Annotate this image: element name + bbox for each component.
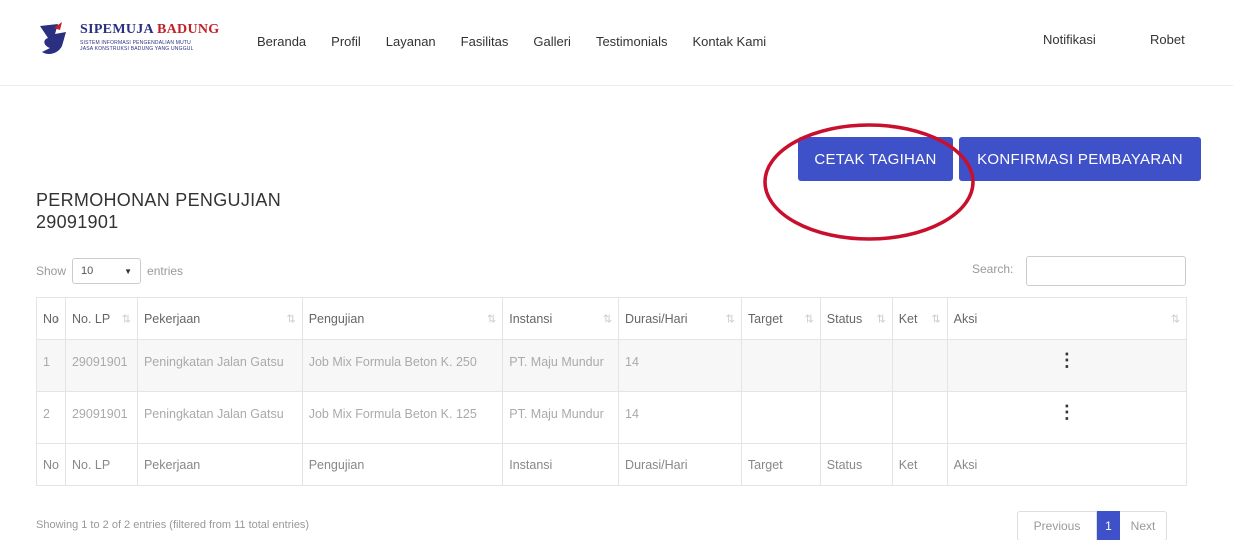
- nav-kontak-kami[interactable]: Kontak Kami: [692, 34, 766, 49]
- page-1-button[interactable]: 1: [1097, 511, 1120, 540]
- cell-aksi: ⋮: [946, 339, 1188, 392]
- nav-testimonials[interactable]: Testimonials: [596, 34, 668, 49]
- more-actions-icon[interactable]: ⋮: [1058, 403, 1076, 421]
- previous-page-button[interactable]: Previous: [1017, 511, 1097, 540]
- footer-header-ket: Ket: [891, 443, 948, 486]
- cell-no-lp: 29091901: [64, 339, 138, 392]
- footer-header-pekerjaan: Pekerjaan: [136, 443, 303, 486]
- footer-header-durasi: Durasi/Hari: [618, 443, 742, 486]
- cell-no: 1: [36, 339, 66, 392]
- sort-icon: ⇅: [1170, 313, 1180, 325]
- column-header-no[interactable]: No ↓: [36, 297, 66, 340]
- cell-status: [819, 391, 893, 444]
- table-info: Showing 1 to 2 of 2 entries (filtered fr…: [36, 519, 310, 531]
- footer-header-status: Status: [819, 443, 893, 486]
- cell-target: [740, 391, 821, 444]
- nav-profil[interactable]: Profil: [331, 34, 361, 49]
- cell-durasi: 14: [618, 391, 742, 444]
- footer-header-instansi: Instansi: [502, 443, 620, 486]
- nav-galleri[interactable]: Galleri: [533, 34, 571, 49]
- column-header-instansi[interactable]: Instansi ⇅: [502, 297, 620, 340]
- table-row: 2 29091901 Peningkatan Jalan Gatsu Job M…: [36, 391, 1188, 444]
- sort-icon: ⇅: [487, 313, 497, 325]
- footer-header-no-lp: No. LP: [64, 443, 138, 486]
- more-actions-icon[interactable]: ⋮: [1058, 351, 1076, 369]
- cell-durasi: 14: [618, 339, 742, 392]
- caret-down-icon: ▼: [124, 266, 133, 276]
- column-header-ket[interactable]: Ket ⇅: [891, 297, 948, 340]
- show-label: Show: [36, 264, 67, 278]
- footer-header-aksi: Aksi: [946, 443, 1188, 486]
- sort-icon: ⇅: [804, 313, 814, 325]
- cell-instansi: PT. Maju Mundur: [502, 339, 620, 392]
- search-label: Search:: [972, 262, 1014, 276]
- column-header-pengujian[interactable]: Pengujian ⇅: [301, 297, 504, 340]
- table-footer-row: No No. LP Pekerjaan Pengujian Instansi D…: [36, 443, 1188, 486]
- column-header-status[interactable]: Status ⇅: [819, 297, 893, 340]
- nav-fasilitas[interactable]: Fasilitas: [461, 34, 509, 49]
- cell-pekerjaan: Peningkatan Jalan Gatsu: [136, 391, 303, 444]
- page-length-value: 10: [81, 265, 94, 277]
- logo-subtitle: JASA KONSTRUKSI BADUNG YANG UNGGUL: [80, 46, 194, 52]
- sort-icon: ⇅: [602, 313, 613, 325]
- column-header-aksi[interactable]: Aksi ⇅: [946, 297, 1188, 340]
- page-title-text: PERMOHONAN PENGUJIAN: [36, 190, 282, 210]
- page-code: 29091901: [36, 212, 119, 232]
- cell-pengujian: Job Mix Formula Beton K. 250: [301, 339, 504, 392]
- column-header-target[interactable]: Target ⇅: [740, 297, 821, 340]
- konfirmasi-pembayaran-button[interactable]: KONFIRMASI PEMBAYARAN: [959, 137, 1201, 181]
- footer-header-target: Target: [740, 443, 821, 486]
- sort-icon: ⇅: [876, 313, 886, 325]
- footer-header-no: No: [36, 443, 66, 486]
- main-nav: Beranda Profil Layanan Fasilitas Galleri…: [257, 34, 791, 49]
- cell-pengujian: Job Mix Formula Beton K. 125: [301, 391, 504, 444]
- cell-no-lp: 29091901: [64, 391, 138, 444]
- cell-target: [740, 339, 821, 392]
- column-header-no-lp[interactable]: No. LP ⇅: [64, 297, 138, 340]
- cell-no: 2: [36, 391, 66, 444]
- table-row: 1 29091901 Peningkatan Jalan Gatsu Job M…: [36, 339, 1188, 392]
- search-input[interactable]: [1026, 256, 1186, 286]
- column-header-durasi[interactable]: Durasi/Hari ⇅: [618, 297, 742, 340]
- page-title: PERMOHONAN PENGUJIAN 29091901: [36, 189, 281, 233]
- cetak-tagihan-button[interactable]: CETAK TAGIHAN: [798, 137, 953, 181]
- cell-ket: [891, 391, 948, 444]
- sort-icon: ⇅: [286, 313, 296, 325]
- page-length-select[interactable]: 10 ▼: [72, 258, 142, 284]
- sort-asc-icon: ↓: [53, 312, 59, 325]
- nav-layanan[interactable]: Layanan: [386, 34, 436, 49]
- entries-label: entries: [147, 264, 184, 278]
- logo-title: SIPEMUJA BADUNG: [80, 22, 220, 37]
- cell-instansi: PT. Maju Mundur: [502, 391, 620, 444]
- nav-beranda[interactable]: Beranda: [257, 34, 306, 49]
- sort-icon: ⇅: [725, 313, 735, 325]
- nav-notifikasi[interactable]: Notifikasi: [1043, 32, 1096, 47]
- sort-icon: ⇅: [931, 313, 941, 325]
- logo[interactable]: SIPEMUJA BADUNG SISTEM INFORMASI PENGEND…: [36, 20, 236, 60]
- navbar: SIPEMUJA BADUNG SISTEM INFORMASI PENGEND…: [0, 0, 1233, 86]
- data-table: No ↓ No. LP ⇅ Pekerjaan ⇅ Pengujian ⇅ Instan…: [36, 297, 1188, 486]
- cell-status: [819, 339, 893, 392]
- cell-pekerjaan: Peningkatan Jalan Gatsu: [136, 339, 303, 392]
- nav-user-menu[interactable]: Robet: [1150, 32, 1185, 47]
- column-header-pekerjaan[interactable]: Pekerjaan ⇅: [136, 297, 303, 340]
- footer-header-pengujian: Pengujian: [301, 443, 504, 486]
- length-control: Show 10 ▼ entries: [36, 258, 183, 284]
- sort-icon: ⇅: [121, 313, 131, 325]
- logo-icon: [40, 22, 66, 54]
- cell-aksi: ⋮: [946, 391, 1188, 444]
- table-header-row: No ↓ No. LP ⇅ Pekerjaan ⇅ Pengujian ⇅ Instan…: [36, 297, 1188, 340]
- pagination: Previous 1 Next: [1017, 511, 1167, 540]
- cell-ket: [891, 339, 948, 392]
- next-page-button[interactable]: Next: [1120, 511, 1167, 540]
